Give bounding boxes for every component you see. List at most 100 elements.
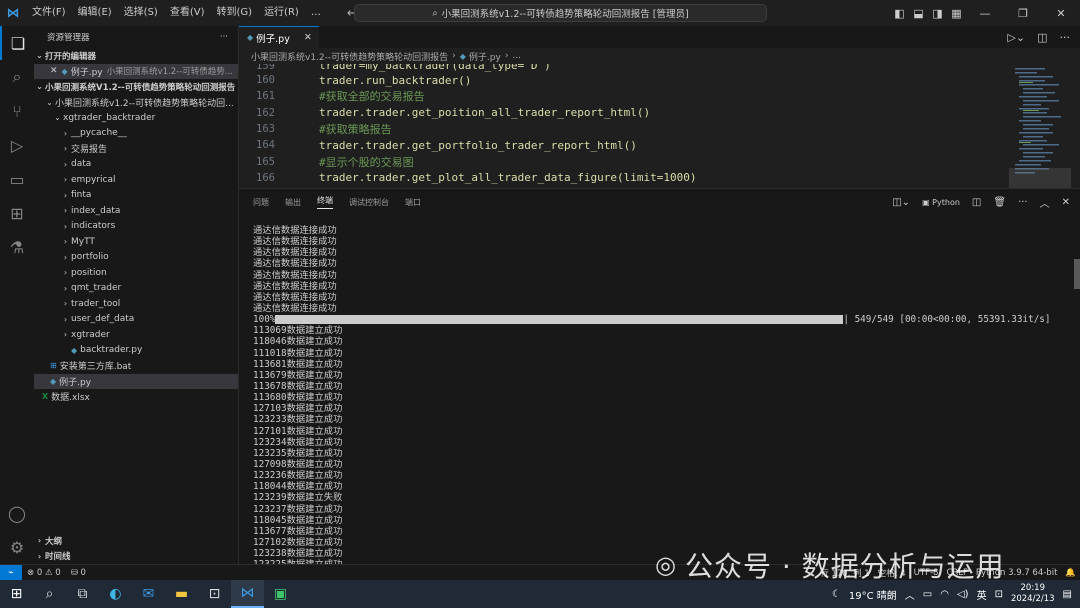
more-actions-icon[interactable]: ··· [220,32,228,42]
split-editor-icon[interactable]: ◫ [1037,31,1047,44]
folder-item[interactable]: ⌄ 小果回测系统v1.2--可转债趋势策略轮动回... [34,95,238,111]
file-item-active[interactable]: ◆ 例子.py [34,373,238,389]
app-taskbar-icon[interactable]: ▣ [264,580,297,608]
account-icon[interactable]: ◯ [0,496,34,530]
panel-tab[interactable]: 终端 [317,195,333,209]
menu-item[interactable]: 选择(S) [118,0,164,26]
menu-item[interactable]: 运行(R) [258,0,305,26]
folder-item[interactable]: › qmt_trader [34,281,238,297]
menu-item[interactable]: 转到(G) [211,0,259,26]
folder-item[interactable]: › data [34,157,238,173]
more-editor-actions-icon[interactable]: ··· [1060,31,1071,44]
breadcrumb-ellipsis[interactable]: ... [512,51,521,61]
code-line[interactable]: 163 #获取策略报告 [239,121,1009,137]
close-window-button[interactable]: ✕ [1042,7,1080,20]
folder-item[interactable]: › xgtrader [34,327,238,343]
code-line[interactable]: 164 trader.trader.get_portfolio_trader_re… [239,137,1009,153]
file-explorer-icon[interactable]: ▬ [165,580,198,608]
timeline-section[interactable]: › 时间线 [34,549,239,565]
panel-tab[interactable]: 调试控制台 [349,197,389,208]
code-editor[interactable]: 159 trader=my_backtrader(data_type='D') 16… [239,64,1009,188]
folder-item[interactable]: › position [34,265,238,281]
notification-center-icon[interactable]: ▤ [1063,589,1072,600]
folder-item[interactable]: › 交易报告 [34,141,238,157]
edge-browser-icon[interactable]: ◐ [99,580,132,608]
folder-item[interactable]: ⌄ xgtrader_backtrader [34,110,238,126]
weather-text[interactable]: 19°C 晴朗 [849,587,897,602]
close-panel-icon[interactable]: ✕ [1062,197,1070,208]
folder-item[interactable]: › MyTT [34,234,238,250]
terminal-output[interactable]: 通达信数据连接成功 通达信数据连接成功 通达信数据连接成功 通达信数据连接成功 通达信数… [253,225,1053,570]
input-mode-icon[interactable]: ⊡ [995,589,1003,600]
outline-section[interactable]: › 大纲 [34,533,239,549]
remote-explorer-icon[interactable]: ▭ [0,162,34,196]
run-python-icon[interactable]: ▷⌄ [1007,31,1025,44]
volume-icon[interactable]: ◁) [957,589,969,600]
menu-item[interactable]: … [305,0,327,26]
store-icon[interactable]: ⊡ [198,580,231,608]
folder-item[interactable]: › empyrical [34,172,238,188]
close-editor-icon[interactable]: ✕ [50,66,58,76]
testing-icon[interactable]: ⚗ [0,230,34,264]
minimize-button[interactable]: — [966,7,1004,20]
file-item[interactable]: ◆ backtrader.py [34,343,238,359]
open-editor-item[interactable]: ✕ ◆ 例子.py 小果回测系统v1.2--可转债趋势... [34,63,238,79]
toggle-sidebar-icon[interactable]: ◧ [890,7,909,20]
panel-tab[interactable]: 端口 [405,197,421,208]
folder-item[interactable]: › finta [34,188,238,204]
open-editors-header[interactable]: ⌄ 打开的编辑器 [34,48,238,64]
menu-item[interactable]: 查看(V) [164,0,211,26]
tray-overflow-icon[interactable]: ︿ [905,587,915,602]
run-debug-icon[interactable]: ▷ [0,128,34,162]
file-item[interactable]: X 数据.xlsx [34,389,238,405]
task-view-icon[interactable]: ⧉ [66,580,99,608]
code-line[interactable]: 166 trader.trader.get_plot_all_trader_dat… [239,170,1009,186]
tab-example-py[interactable]: ◆ 例子.py ✕ [239,26,319,48]
terminal-python-icon[interactable]: ▣ Python [922,198,960,207]
manage-gear-icon[interactable]: ⚙ [0,530,34,564]
folder-item[interactable]: › indicators [34,219,238,235]
maximize-panel-icon[interactable]: ︿ [1040,195,1050,210]
ime-indicator[interactable]: 英 [977,587,987,602]
folder-item[interactable]: › portfolio [34,250,238,266]
menu-item[interactable]: 编辑(E) [72,0,118,26]
remote-indicator-icon[interactable]: ⌁ [0,564,22,581]
split-icon[interactable]: ◫ [972,197,981,208]
code-line[interactable]: 165 #显示个股的交易图 [239,153,1009,169]
windows-start-icon[interactable]: ⊞ [0,580,33,608]
restore-button[interactable]: ❐ [1004,7,1042,20]
taskbar-search-icon[interactable]: ⌕ [33,580,66,608]
customize-layout-icon[interactable]: ▦ [947,7,966,20]
panel-tab[interactable]: 输出 [285,197,301,208]
code-line[interactable]: 160 trader.run_backtrader() [239,72,1009,88]
vscode-taskbar-icon[interactable]: ⋈ [231,580,264,608]
file-item[interactable]: ⊞ 安装第三方库.bat [34,358,238,374]
source-control-icon[interactable]: ⑂ [0,94,34,128]
ports-indicator[interactable]: ⛁ 0 [66,568,91,578]
code-line[interactable]: 162 trader.trader.get_poition_all_trader_… [239,105,1009,121]
split-terminal-icon[interactable]: ◫⌄ [892,197,910,208]
minimap[interactable] [1009,64,1071,188]
mail-icon[interactable]: ✉ [132,580,165,608]
folder-item[interactable]: › user_def_data [34,312,238,328]
clock[interactable]: 20:19 2024/2/13 [1011,583,1055,605]
toggle-panel-icon[interactable]: ⬓ [909,7,928,20]
breadcrumb-file[interactable]: 例子.py [469,50,501,63]
code-line[interactable]: 161 #获取全部的交易报告 [239,88,1009,104]
command-center-search[interactable]: ⌕ 小果回测系统v1.2--可转债趋势策略轮动回测报告 [管理员] [354,4,767,22]
folder-item[interactable]: › __pycache__ [34,126,238,142]
network-icon[interactable]: ▭ [923,589,932,600]
toggle-secondary-sidebar-icon[interactable]: ◨ [928,7,947,20]
close-tab-icon[interactable]: ✕ [304,32,312,43]
code-line[interactable]: 159 trader=my_backtrader(data_type='D') [239,64,1009,72]
explorer-icon[interactable]: ❏ [0,26,34,60]
wifi-icon[interactable]: ◠ [940,589,949,600]
notifications-icon[interactable]: 🔔 [1065,568,1076,578]
menu-item[interactable]: 文件(F) [26,0,72,26]
folder-item[interactable]: › index_data [34,203,238,219]
more-terminal-actions-icon[interactable]: ··· [1018,197,1028,208]
problems-indicator[interactable]: ⊗ 0 ⚠ 0 [22,568,66,578]
extensions-icon[interactable]: ⊞ [0,196,34,230]
breadcrumb-folder[interactable]: 小果回测系统v1.2--可转债趋势策略轮动回测报告 [251,50,448,63]
workspace-root[interactable]: ⌄ 小果回测系统V1.2--可转债趋势策略轮动回测报告 [34,79,238,95]
